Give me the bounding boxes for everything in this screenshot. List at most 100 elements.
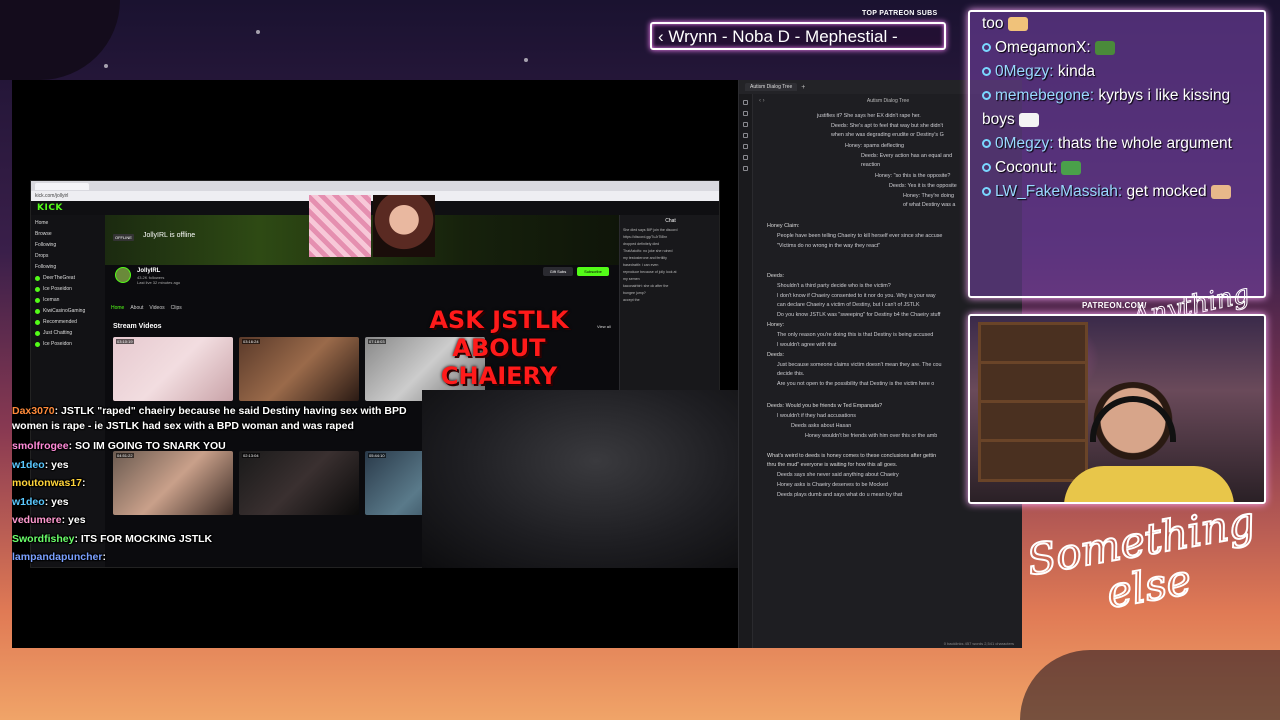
star-icon bbox=[104, 64, 108, 68]
note-line: Honey: spams deflecting bbox=[845, 143, 905, 149]
chat-message-text: : bbox=[102, 551, 106, 563]
kick-chat-message: my semen bbox=[623, 277, 640, 281]
obsidian-tab[interactable]: Autism Dialog Tree bbox=[745, 83, 798, 91]
twitch-chat-message: Coconut: bbox=[982, 156, 1258, 180]
chat-username: 0Megzy: bbox=[995, 63, 1054, 80]
chat-message-text: : ITS FOR MOCKING JSTLK bbox=[74, 532, 213, 545]
browser-tab[interactable] bbox=[35, 182, 89, 190]
subscribe-button[interactable]: Subscribe bbox=[577, 267, 609, 276]
chat-header: Chat bbox=[665, 218, 676, 224]
twitch-chat-message: LW_FakeMassiah: get mocked bbox=[982, 180, 1258, 204]
sidebar-item-label: Ice Poseidon bbox=[43, 286, 72, 292]
sidebar-item[interactable]: Drops bbox=[35, 251, 101, 262]
channel-info: JollyIRL 43.2K followers Last live 32 mi… bbox=[111, 267, 611, 303]
sidebar-item[interactable]: DeerTheGreat bbox=[35, 273, 101, 284]
chat-message-text: : yes bbox=[44, 495, 69, 508]
sidebar-item[interactable]: Home bbox=[35, 218, 101, 229]
note-line: Deeds says she never said anything about… bbox=[777, 472, 899, 478]
sidebar-item-label: Following bbox=[35, 242, 57, 248]
chat-username: moutonwas17 bbox=[12, 477, 83, 489]
note-line: I wouldn't agree with that bbox=[777, 342, 837, 348]
chat-username: Coconut: bbox=[995, 159, 1058, 176]
chat-overlay-message: moutonwas17: bbox=[12, 474, 432, 493]
note-line: thru the mud" everyone is waiting for ho… bbox=[767, 462, 898, 468]
note-line: I don't know if Chaeiry consented to it … bbox=[777, 293, 936, 299]
dark-camera-feed bbox=[422, 390, 738, 568]
graph-icon[interactable] bbox=[743, 122, 748, 127]
chat-badge-icon bbox=[982, 67, 991, 76]
sidebar-item[interactable]: KiwiCasinoGaming bbox=[35, 306, 101, 317]
note-line: Shouldn't a third party decide who is th… bbox=[777, 283, 891, 289]
publish-icon[interactable] bbox=[743, 166, 748, 171]
sidebar-item[interactable]: Recommended bbox=[35, 317, 101, 328]
tab-clips[interactable]: Clips bbox=[171, 305, 182, 311]
calendar-icon[interactable] bbox=[743, 133, 748, 138]
note-line: I wouldn't if they had accusations bbox=[777, 413, 856, 419]
chat-badge-icon bbox=[982, 43, 991, 52]
star-icon bbox=[524, 58, 528, 62]
video-thumbnail[interactable]: 03:10:19 bbox=[113, 337, 233, 401]
new-tab-icon[interactable]: + bbox=[801, 84, 805, 91]
search-icon[interactable] bbox=[743, 111, 748, 116]
obsidian-ribbon bbox=[739, 94, 753, 648]
sidebar-item[interactable]: Ice Poseidon bbox=[35, 339, 101, 350]
tab-home[interactable]: Home bbox=[111, 305, 124, 311]
live-dot-icon bbox=[35, 331, 40, 336]
browser-tab-bar[interactable] bbox=[31, 181, 719, 191]
gift-subs-button[interactable]: Gift Subs bbox=[543, 267, 573, 276]
video-thumbnail[interactable]: 03:16:24 bbox=[239, 337, 359, 401]
note-line: Deeds: She's apt to feel that way but sh… bbox=[831, 123, 944, 129]
command-icon[interactable] bbox=[743, 155, 748, 160]
sidebar-item[interactable]: Following bbox=[35, 262, 101, 273]
note-line: when she was degrading erudite or Destin… bbox=[831, 132, 944, 138]
kick-chat-message: She died says BIP join the discord bbox=[623, 228, 678, 232]
channel-avatar[interactable] bbox=[115, 267, 131, 283]
chat-overlay-message: Dax3070: JSTLK "raped" chaeiry because h… bbox=[12, 404, 432, 434]
twitch-chat-message: memebegone: kyrbys i like kissing boys bbox=[982, 84, 1258, 132]
chat-username: smolfrogee bbox=[12, 440, 69, 452]
chat-overlay-message: lampandapuncher: bbox=[12, 548, 432, 567]
video-duration: 03:16:24 bbox=[242, 339, 260, 344]
chat-username: memebegone: bbox=[995, 87, 1095, 104]
kick-logo[interactable]: KICK bbox=[37, 203, 63, 213]
chat-username: 0Megzy: bbox=[995, 135, 1054, 152]
sidebar-item[interactable]: Ice Poseidon bbox=[35, 284, 101, 295]
stream-videos-heading: Stream Videos bbox=[113, 323, 162, 330]
sidebar-item-label: Following bbox=[35, 264, 57, 270]
chat-message-text: too bbox=[982, 15, 1004, 32]
star-icon bbox=[256, 30, 260, 34]
note-line: Deeds asks about Hasan bbox=[791, 423, 852, 429]
sidebar-item[interactable]: Just Chatting bbox=[35, 328, 101, 339]
face-emote-icon bbox=[1007, 16, 1028, 31]
chat-overlay-message: vedumere: yes bbox=[12, 511, 432, 530]
kick-chat-message: ThatAstolfo: no joke she ruined bbox=[623, 249, 673, 253]
live-dot-icon bbox=[35, 320, 40, 325]
sidebar-item[interactable]: Browse bbox=[35, 229, 101, 240]
kick-chat-message: bungee jump? bbox=[623, 291, 646, 295]
channel-offline-banner: OFFLINE JollyIRL is offline bbox=[105, 195, 619, 265]
live-dot-icon bbox=[35, 276, 40, 281]
chat-message-text: get mocked bbox=[1122, 183, 1207, 200]
files-icon[interactable] bbox=[743, 100, 748, 105]
note-line: decide this. bbox=[777, 371, 805, 377]
chat-overlay-message: smolfrogee: SO IM GOING TO SNARK YOU bbox=[12, 437, 432, 456]
kick-chat-message: dropped definitely died bbox=[623, 242, 660, 246]
hand-emote-icon bbox=[1210, 184, 1231, 199]
twitch-chat-message: OmegamonX: bbox=[982, 36, 1258, 60]
view-all-link[interactable]: View all bbox=[597, 324, 611, 329]
tab-about[interactable]: About bbox=[130, 305, 143, 311]
note-line: Honey: They're doing bbox=[903, 193, 954, 199]
kick-chat-message: reproduce because of jolly look at bbox=[623, 270, 677, 274]
banner-image-portrait bbox=[373, 195, 435, 257]
chat-username: vedumere bbox=[12, 514, 62, 526]
kick-chat-message: accept the bbox=[623, 298, 640, 302]
sidebar-item[interactable]: Iceman bbox=[35, 295, 101, 306]
kick-chat-message: basedrattlr: i can even bbox=[623, 263, 659, 267]
note-line: Deeds: Would you be friends w Ted Empana… bbox=[767, 403, 883, 409]
chat-username: Dax3070 bbox=[12, 405, 55, 417]
template-icon[interactable] bbox=[743, 144, 748, 149]
palm-silhouette-right bbox=[1020, 650, 1280, 720]
sidebar-item[interactable]: Following bbox=[35, 240, 101, 251]
chat-message-text: : yes bbox=[44, 458, 69, 471]
tab-videos[interactable]: Videos bbox=[149, 305, 164, 311]
